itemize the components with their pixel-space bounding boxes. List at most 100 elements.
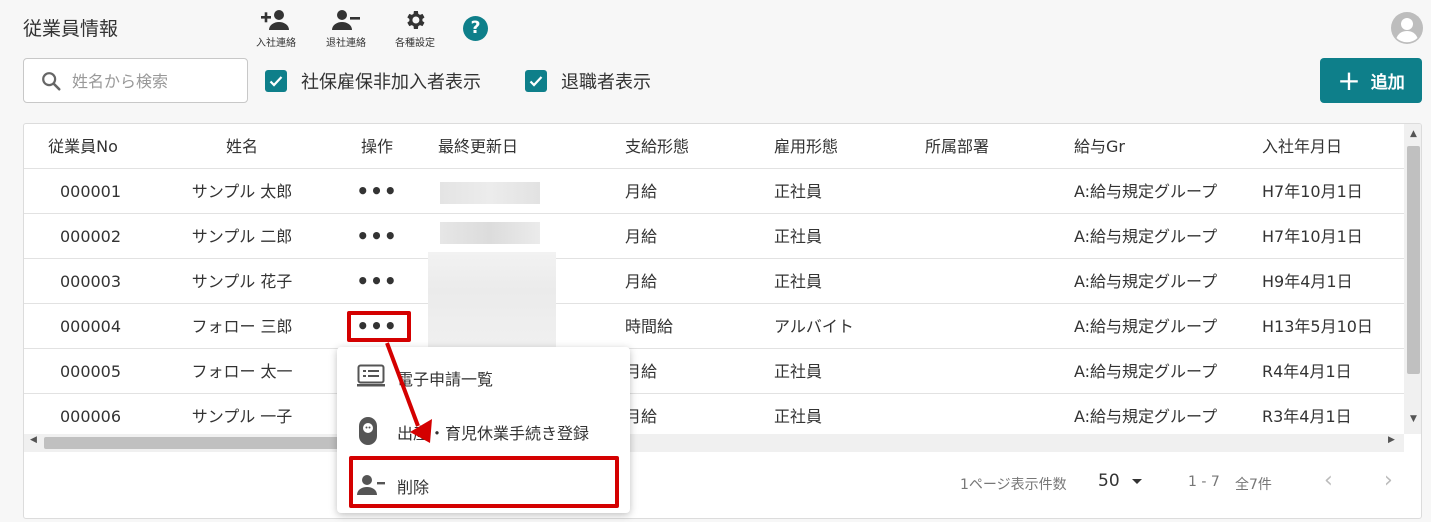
search-input[interactable]	[72, 67, 240, 95]
salary-group: A:給与規定グループ	[1074, 407, 1218, 426]
hire-date: H7年10月1日	[1262, 182, 1363, 201]
search-icon	[42, 72, 61, 91]
table-row[interactable]: 000006 サンプル 一子 月給 正社員 A:給与規定グループ R3年4月1日	[24, 394, 1404, 434]
vertical-scrollbar[interactable]: ▲ ▼	[1404, 124, 1421, 434]
scroll-left-icon[interactable]: ◀	[30, 435, 37, 445]
hire-date: R3年4月1日	[1262, 407, 1352, 426]
menu-item-e-application-list[interactable]: 電子申請一覧	[337, 351, 630, 403]
employee-name: サンプル 一子	[191, 407, 293, 426]
hire-date: H9年4月1日	[1262, 272, 1353, 291]
column-header-department[interactable]: 所属部署	[925, 124, 989, 169]
prev-page-button[interactable]: ‹	[1324, 468, 1333, 493]
list-icon	[357, 364, 385, 387]
search-box[interactable]	[23, 58, 248, 103]
employee-table-card: 従業員No 姓名 操作 最終更新日 支給形態 雇用形態 所属部署 給与Gr 入社…	[23, 123, 1422, 519]
hire-date: H7年10月1日	[1262, 227, 1363, 246]
leave-notice-button[interactable]: 退社連絡	[320, 8, 372, 49]
column-header-name[interactable]: 姓名	[157, 124, 327, 169]
highlight-action-button	[347, 311, 411, 342]
employee-no: 000004	[59, 317, 122, 336]
menu-item-label: 出産・育児休業手続き登録	[397, 424, 590, 443]
row-action-button[interactable]: •••	[347, 169, 407, 214]
horizontal-scrollbar[interactable]: ◀ ▶	[24, 434, 1404, 452]
employment-type: 正社員	[774, 182, 823, 201]
vertical-scroll-thumb[interactable]	[1407, 146, 1420, 374]
hire-notice-label: 入社連絡	[256, 38, 296, 49]
table-row[interactable]: 000001 サンプル 太郎 ••• 月給 正社員 A:給与規定グループ H7年…	[24, 169, 1404, 214]
column-header-hire-date[interactable]: 入社年月日	[1262, 124, 1342, 169]
employee-name: サンプル 花子	[191, 272, 293, 291]
highlight-delete-item	[349, 456, 619, 508]
pay-type: 月給	[625, 182, 658, 201]
settings-label: 各種設定	[395, 38, 435, 49]
add-button-label: 追加	[1370, 73, 1405, 93]
avatar[interactable]	[1391, 12, 1423, 44]
add-button[interactable]: + 追加	[1320, 58, 1422, 103]
leave-notice-label: 退社連絡	[326, 38, 366, 49]
column-header-pay-type[interactable]: 支給形態	[625, 124, 689, 169]
checkbox-checked-icon[interactable]	[525, 70, 547, 92]
pay-type: 時間給	[625, 317, 674, 336]
employee-name: サンプル 太郎	[191, 182, 293, 201]
remove-person-icon	[332, 10, 360, 30]
pay-type: 月給	[625, 227, 658, 246]
add-person-icon	[261, 10, 289, 30]
menu-item-childbirth-leave[interactable]: 出産・育児休業手続き登録	[337, 405, 630, 457]
per-page-label: 1ページ表示件数	[960, 477, 1067, 493]
column-header-no[interactable]: 従業員No	[24, 124, 142, 169]
row-action-button[interactable]: •••	[347, 214, 407, 259]
table-row[interactable]: 000002 サンプル 二郎 ••• 月給 正社員 A:給与規定グループ H7年…	[24, 214, 1404, 259]
table-header-row: 従業員No 姓名 操作 最終更新日 支給形態 雇用形態 所属部署 給与Gr 入社…	[24, 124, 1404, 169]
salary-group: A:給与規定グループ	[1074, 317, 1218, 336]
salary-group: A:給与規定グループ	[1074, 362, 1218, 381]
total-count: 全7件	[1235, 477, 1272, 493]
employment-type: 正社員	[774, 407, 823, 426]
settings-button[interactable]: 各種設定	[389, 8, 441, 49]
per-page-select[interactable]: 50	[1098, 471, 1143, 491]
employment-type: アルバイト	[774, 317, 854, 336]
column-header-action: 操作	[360, 137, 393, 156]
row-action-button[interactable]: •••	[347, 259, 407, 304]
help-icon[interactable]: ?	[463, 16, 488, 41]
menu-item-label: 電子申請一覧	[397, 370, 494, 389]
table-row[interactable]: 000005 フォロー 太一 月給 正社員 A:給与規定グループ R4年4月1日	[24, 349, 1404, 394]
plus-icon: +	[1337, 63, 1361, 97]
employee-no: 000006	[59, 407, 122, 426]
show-retired-label: 退職者表示	[561, 72, 651, 93]
baby-icon	[359, 417, 377, 445]
redacted-date	[440, 222, 540, 244]
gear-icon	[407, 11, 425, 29]
scroll-up-icon[interactable]: ▲	[1404, 129, 1421, 139]
employee-no: 000002	[59, 227, 122, 246]
employment-type: 正社員	[774, 272, 823, 291]
pay-type: 月給	[625, 272, 658, 291]
scroll-down-icon[interactable]: ▼	[1404, 414, 1421, 424]
show-non-enrolled-label: 社保雇保非加入者表示	[301, 72, 481, 93]
checkbox-checked-icon[interactable]	[265, 70, 287, 92]
employment-type: 正社員	[774, 362, 823, 381]
show-non-enrolled-checkbox[interactable]: 社保雇保非加入者表示	[265, 68, 481, 94]
show-retired-checkbox[interactable]: 退職者表示	[525, 68, 651, 94]
redacted-date	[440, 182, 540, 204]
scroll-right-icon[interactable]: ▶	[1388, 435, 1395, 445]
table-row[interactable]: 000004 フォロー 三郎 ••• 時間給 アルバイト A:給与規定グループ …	[24, 304, 1404, 349]
caret-down-icon	[1132, 479, 1143, 484]
salary-group: A:給与規定グループ	[1074, 182, 1218, 201]
column-header-employment[interactable]: 雇用形態	[774, 124, 838, 169]
employee-table: 従業員No 姓名 操作 最終更新日 支給形態 雇用形態 所属部署 給与Gr 入社…	[24, 124, 1404, 434]
employee-name: フォロー 三郎	[191, 317, 293, 336]
table-row[interactable]: 000003 サンプル 花子 ••• 月給 正社員 A:給与規定グループ H9年…	[24, 259, 1404, 304]
hire-date: R4年4月1日	[1262, 362, 1352, 381]
employee-no: 000001	[59, 182, 122, 201]
hire-date: H13年5月10日	[1262, 317, 1373, 336]
page-range: 1 - 7	[1188, 474, 1220, 490]
column-header-salary-group[interactable]: 給与Gr	[1074, 124, 1125, 169]
salary-group: A:給与規定グループ	[1074, 227, 1218, 246]
page-title: 従業員情報	[23, 18, 119, 40]
next-page-button[interactable]: ›	[1384, 468, 1393, 493]
hire-notice-button[interactable]: 入社連絡	[250, 8, 302, 49]
employee-name: フォロー 太一	[191, 362, 293, 381]
salary-group: A:給与規定グループ	[1074, 272, 1218, 291]
employee-no: 000005	[59, 362, 122, 381]
column-header-updated[interactable]: 最終更新日	[438, 124, 518, 169]
